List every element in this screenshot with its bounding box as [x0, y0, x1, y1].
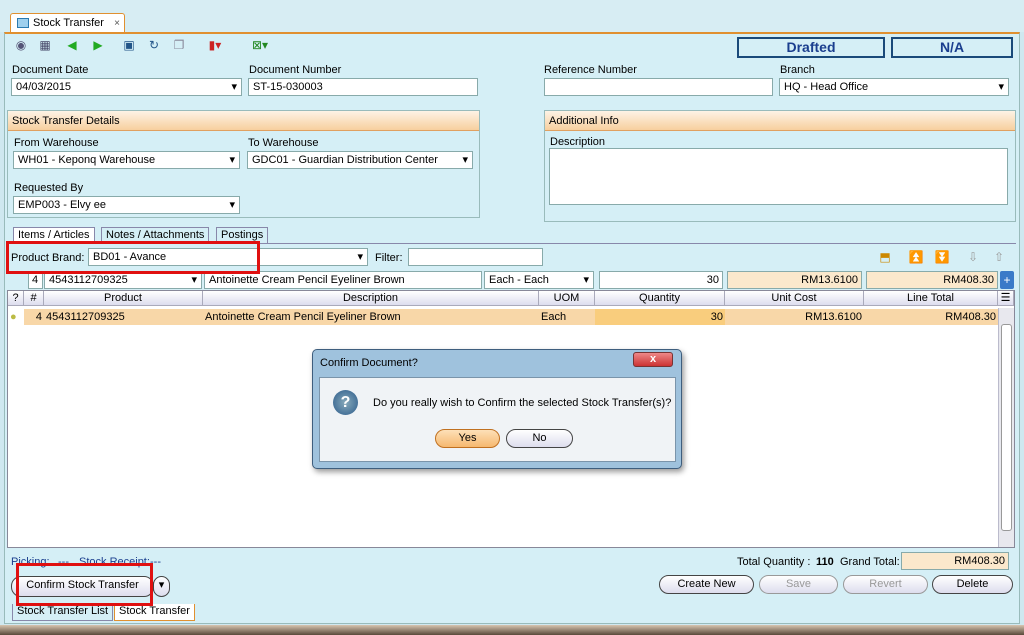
help-icon[interactable]: ◉ [14, 36, 28, 54]
excel-icon[interactable]: ⊠▾ [246, 36, 274, 54]
row-line-total: RM408.30 [864, 309, 998, 325]
dialog-title: Confirm Document? [320, 357, 418, 369]
grand-total-label: Grand Total: [840, 556, 900, 568]
dialog-message: Do you really wish to Confirm the select… [373, 397, 672, 409]
import-icon[interactable]: ⬒ [878, 248, 892, 266]
total-quantity-value: 110 [816, 556, 834, 568]
row-number: 4 [24, 309, 44, 325]
revert-button[interactable]: Revert [843, 575, 928, 594]
save-icon[interactable]: ▣ [122, 36, 136, 54]
forward-icon[interactable]: ▶ [90, 36, 106, 54]
column-chooser-icon[interactable]: ☰ [998, 291, 1014, 306]
entry-quantity[interactable]: 30 [599, 271, 723, 289]
col-line-total[interactable]: Line Total [864, 291, 998, 306]
grand-total-value: RM408.30 [901, 552, 1009, 570]
col-product[interactable]: Product [44, 291, 203, 306]
col-number: # [24, 291, 44, 306]
entry-uom-select[interactable]: Each - Each [484, 271, 594, 289]
move-last-icon[interactable]: ⏬ [934, 248, 950, 266]
document-number-field[interactable]: ST-15-030003 [248, 78, 478, 96]
tab-title: Stock Transfer [33, 17, 104, 29]
confirm-dropdown-icon[interactable]: ▾ [153, 576, 170, 597]
save-button[interactable]: Save [759, 575, 838, 594]
scrollbar-thumb[interactable] [1001, 324, 1012, 531]
dialog-close-icon[interactable]: x [633, 352, 673, 367]
to-warehouse-label: To Warehouse [248, 137, 319, 149]
entry-unit-cost[interactable]: RM13.6100 [727, 271, 862, 289]
reference-number-label: Reference Number [544, 64, 637, 76]
row-indicator-icon: ● [8, 309, 24, 325]
desktop-strip [0, 625, 1024, 635]
yes-button[interactable]: Yes [435, 429, 500, 448]
tab-stock-transfer-list[interactable]: Stock Transfer List [12, 604, 114, 621]
no-button[interactable]: No [506, 429, 573, 448]
col-uom[interactable]: UOM [539, 291, 595, 306]
delete-button[interactable]: Delete [932, 575, 1013, 594]
tab-stock-transfer[interactable]: Stock Transfer × [10, 13, 125, 32]
entry-line-total: RM408.30 [866, 271, 998, 289]
from-warehouse-select[interactable]: WH01 - Keponq Warehouse [13, 151, 240, 169]
tab-bar [0, 0, 1024, 32]
add-row-icon[interactable]: + [1000, 271, 1014, 289]
grid-scrollbar[interactable] [998, 308, 1014, 547]
col-quantity[interactable]: Quantity [595, 291, 725, 306]
document-date-field[interactable]: 04/03/2015 [11, 78, 242, 96]
create-new-button[interactable]: Create New [659, 575, 754, 594]
col-description[interactable]: Description [203, 291, 539, 306]
requested-by-label: Requested By [14, 182, 84, 194]
document-date-label: Document Date [12, 64, 89, 76]
col-flag: ? [8, 291, 24, 306]
tab-stock-transfer-bottom[interactable]: Stock Transfer [114, 604, 195, 621]
from-warehouse-label: From Warehouse [14, 137, 99, 149]
status-value: N/A [891, 37, 1013, 58]
description-label: Description [550, 136, 606, 148]
details-header: Stock Transfer Details [8, 111, 479, 131]
filter-label: Filter: [375, 252, 403, 264]
reference-number-field[interactable] [544, 78, 773, 96]
to-warehouse-select[interactable]: GDC01 - Guardian Distribution Center [247, 151, 473, 169]
copy-icon[interactable]: ❐ [172, 36, 186, 54]
print-icon[interactable]: ▮▾ [202, 36, 228, 54]
question-icon: ? [333, 390, 358, 415]
dialog-body: ? Do you really wish to Confirm the sele… [319, 377, 676, 462]
highlight-brand [6, 241, 260, 274]
highlight-confirm [16, 563, 153, 606]
requested-by-select[interactable]: EMP003 - Elvy ee [13, 196, 240, 214]
col-unit-cost[interactable]: Unit Cost [725, 291, 864, 306]
total-quantity-label: Total Quantity : [737, 556, 811, 568]
row-quantity: 30 [595, 309, 725, 325]
window-icon [17, 18, 29, 28]
row-product: 4543112709325 [44, 309, 203, 325]
move-first-icon[interactable]: ⏫ [908, 248, 924, 266]
row-uom: Each [539, 309, 595, 325]
description-textarea[interactable] [549, 148, 1008, 205]
close-tab-icon[interactable]: × [114, 18, 120, 29]
branch-label: Branch [780, 64, 815, 76]
branch-select[interactable]: HQ - Head Office [779, 78, 1009, 96]
filter-input[interactable] [408, 248, 543, 266]
document-number-label: Document Number [249, 64, 342, 76]
move-down-icon[interactable]: ⇩ [966, 248, 980, 266]
confirm-dialog: Confirm Document? x ? Do you really wish… [312, 349, 682, 469]
grid-icon[interactable]: ▦ [38, 36, 52, 54]
status-badge: Drafted [737, 37, 885, 58]
refresh-icon[interactable]: ↻ [146, 36, 162, 54]
move-up-icon[interactable]: ⇧ [992, 248, 1006, 266]
additional-info-header: Additional Info [545, 111, 1015, 131]
row-unit-cost: RM13.6100 [725, 309, 864, 325]
back-icon[interactable]: ◀ [64, 36, 80, 54]
row-description: Antoinette Cream Pencil Eyeliner Brown [203, 309, 539, 325]
